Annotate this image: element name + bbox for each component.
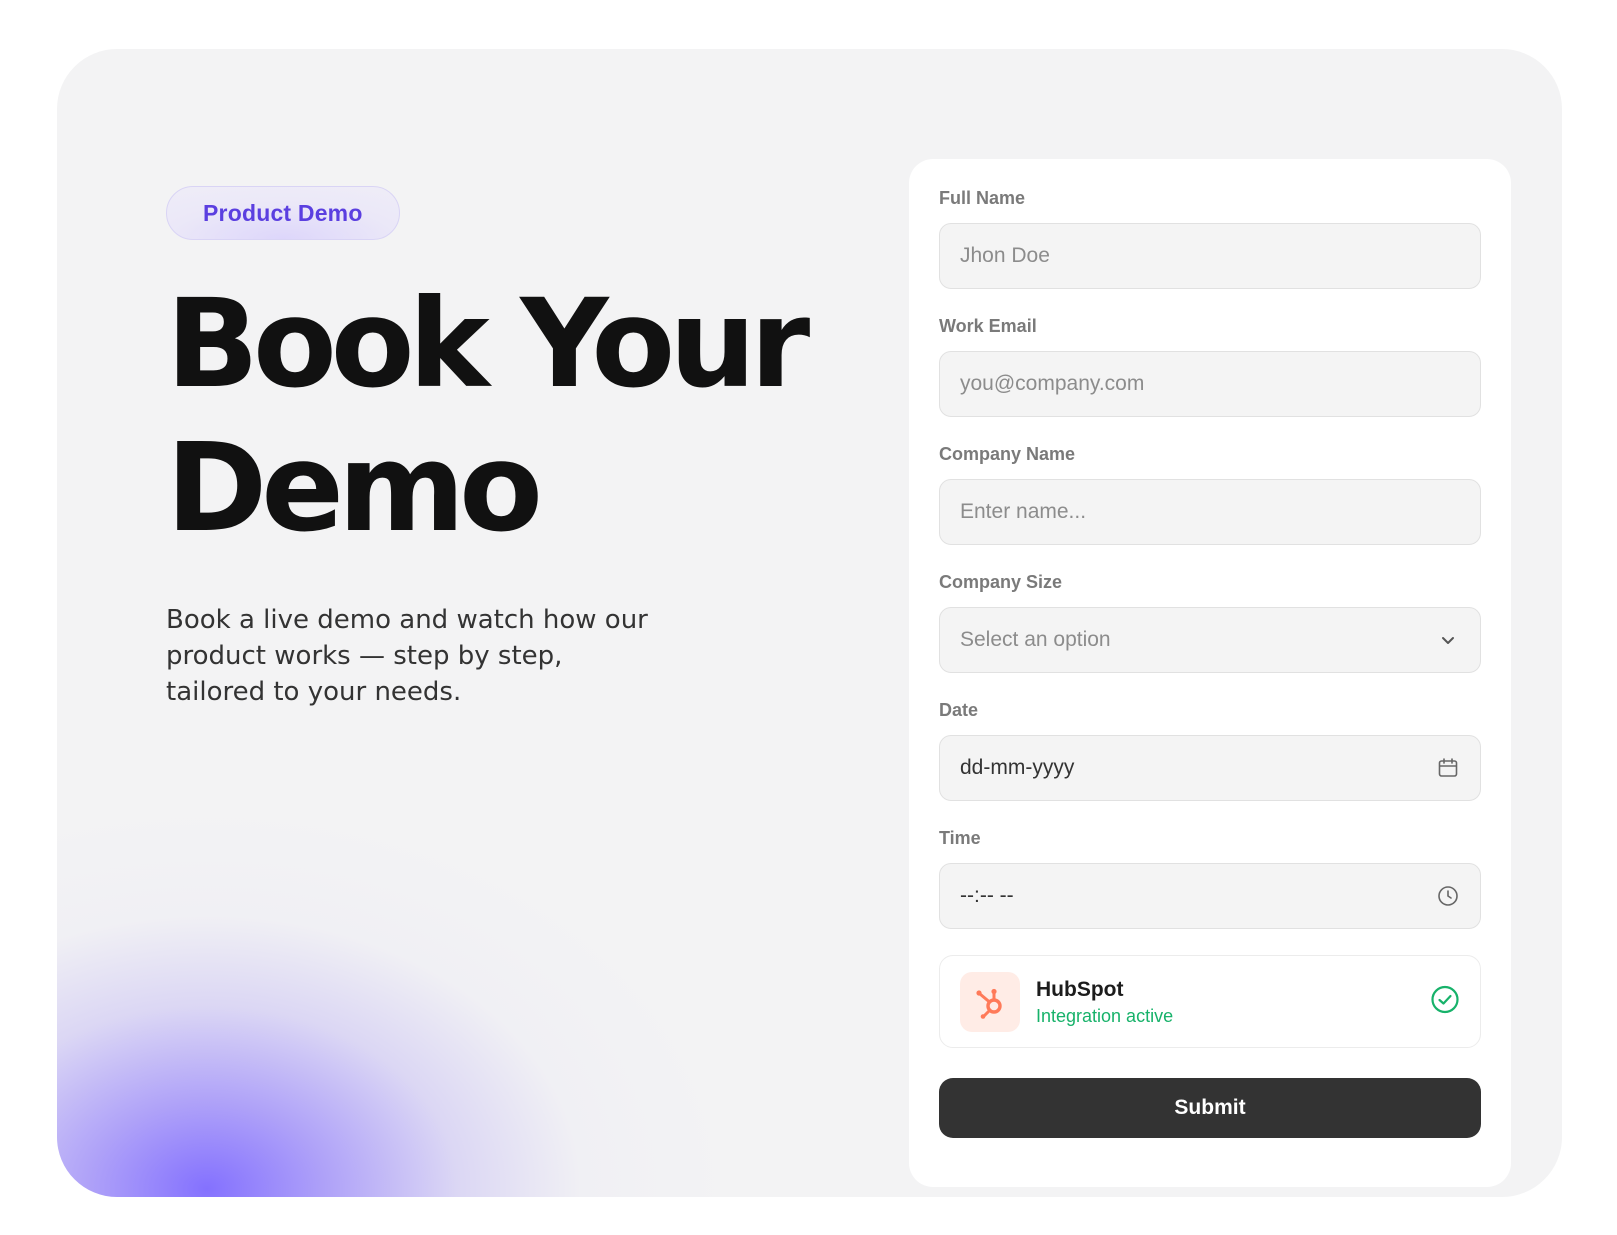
company-size-field: Company Size Select an option xyxy=(939,571,1481,673)
date-field: Date dd-mm-yyyy xyxy=(939,699,1481,801)
date-label: Date xyxy=(939,700,979,720)
work-email-input[interactable]: you@company.com xyxy=(939,351,1481,417)
work-email-field: Work Email you@company.com xyxy=(939,315,1481,417)
page-title-line-2: Demo xyxy=(166,417,543,559)
calendar-icon[interactable] xyxy=(1436,756,1460,780)
company-name-placeholder: Enter name... xyxy=(960,500,1087,523)
page-title: Book Your Demo xyxy=(166,272,810,560)
full-name-input[interactable]: Jhon Doe xyxy=(939,223,1481,289)
full-name-label: Full Name xyxy=(939,188,1026,208)
submit-button[interactable]: Submit xyxy=(939,1078,1481,1138)
work-email-placeholder: you@company.com xyxy=(960,372,1145,395)
company-size-label: Company Size xyxy=(939,572,1063,592)
hubspot-name: HubSpot xyxy=(1036,977,1124,1001)
company-name-input[interactable]: Enter name... xyxy=(939,479,1481,545)
demo-form: Full Name Jhon Doe Work Email you@compan… xyxy=(909,159,1511,1187)
product-demo-badge: Product Demo xyxy=(166,186,400,240)
full-name-field: Full Name Jhon Doe xyxy=(939,187,1481,289)
chevron-down-icon xyxy=(1436,628,1460,652)
page-subtitle: Book a live demo and watch how our produ… xyxy=(166,605,648,707)
time-field: Time --:-- -- xyxy=(939,827,1481,929)
integration-status: Integration active xyxy=(1036,1005,1174,1026)
work-email-label: Work Email xyxy=(939,316,1037,336)
background-glow xyxy=(57,719,717,1197)
date-value: dd-mm-yyyy xyxy=(960,756,1075,779)
hero-section: Product Demo Book Your Demo Book a live … xyxy=(166,186,810,710)
company-name-label: Company Name xyxy=(939,444,1076,464)
check-circle-icon xyxy=(1430,984,1460,1019)
demo-card: Product Demo Book Your Demo Book a live … xyxy=(57,49,1562,1197)
company-name-field: Company Name Enter name... xyxy=(939,443,1481,545)
company-size-selected: Select an option xyxy=(960,628,1111,651)
page-title-line-1: Book Your xyxy=(166,273,810,415)
clock-icon[interactable] xyxy=(1436,884,1460,908)
time-input[interactable]: --:-- -- xyxy=(939,863,1481,929)
date-input[interactable]: dd-mm-yyyy xyxy=(939,735,1481,801)
time-label: Time xyxy=(939,828,981,848)
hubspot-integration-card: HubSpot Integration active xyxy=(939,955,1481,1048)
company-size-select[interactable]: Select an option xyxy=(939,607,1481,673)
full-name-placeholder: Jhon Doe xyxy=(960,244,1050,267)
hubspot-info: HubSpot Integration active xyxy=(1036,976,1173,1028)
time-value: --:-- -- xyxy=(960,884,1014,907)
hubspot-logo-icon xyxy=(960,971,1020,1032)
